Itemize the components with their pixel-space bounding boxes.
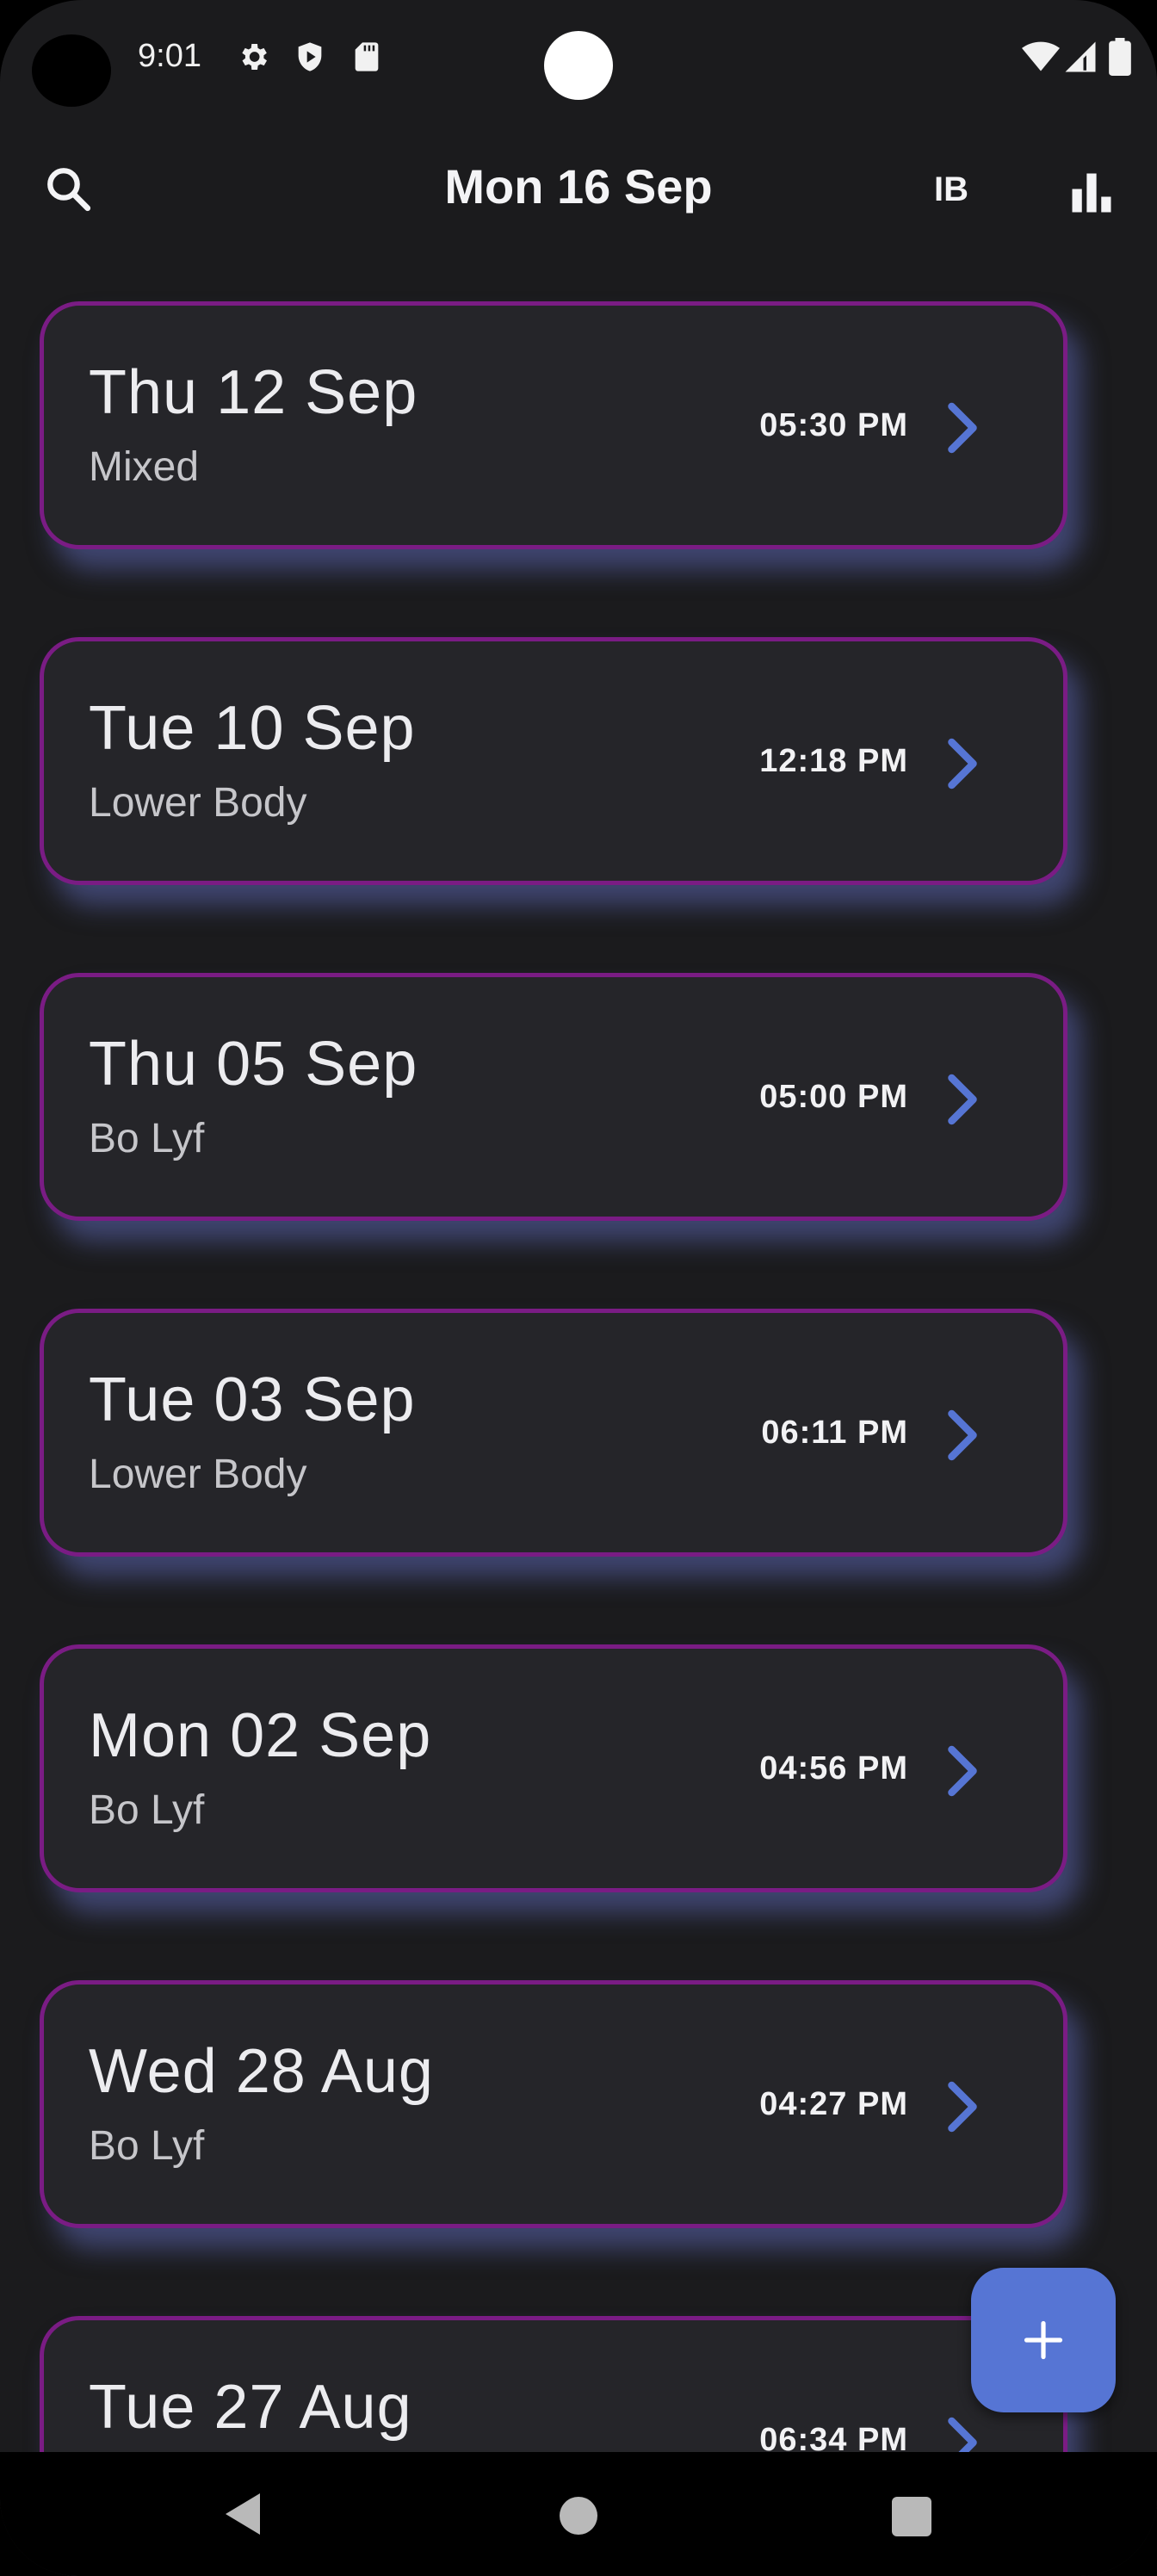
session-date: Thu 12 Sep <box>89 358 418 427</box>
status-bar: 9:01 <box>0 0 1157 121</box>
session-time: 12:18 PM <box>759 743 908 779</box>
session-label: Lower Body <box>89 1452 307 1497</box>
session-label: Bo Lyf <box>89 1116 205 1161</box>
session-label: Bo Lyf <box>89 1787 205 1833</box>
session-date: Thu 05 Sep <box>89 1030 418 1099</box>
settings-icon <box>242 44 267 70</box>
top-app-bar: Mon 16 Sep IB <box>0 138 1157 241</box>
session-card[interactable]: Thu 12 Sep Mixed 05:30 PM <box>40 301 1067 549</box>
session-card[interactable]: Mon 02 Sep Bo Lyf 04:56 PM <box>40 1644 1067 1892</box>
add-session-button[interactable] <box>971 2268 1116 2412</box>
session-card[interactable]: Tue 03 Sep Lower Body 06:11 PM <box>40 1309 1067 1557</box>
chevron-right-icon <box>948 402 977 454</box>
session-label: Lower Body <box>89 780 307 826</box>
chevron-right-icon <box>948 1745 977 1797</box>
home-icon[interactable] <box>560 2497 597 2535</box>
chevron-right-icon <box>948 1409 977 1461</box>
session-label: Bo Lyf <box>89 2123 205 2169</box>
signal-icon <box>1065 41 1096 72</box>
chevron-right-icon <box>948 2081 977 2133</box>
session-label: Mixed <box>89 444 200 490</box>
back-icon[interactable] <box>222 2490 263 2538</box>
session-time: 06:11 PM <box>761 1415 908 1451</box>
chevron-right-icon <box>948 1074 977 1125</box>
session-time: 04:27 PM <box>759 2086 908 2122</box>
system-navigation-bar <box>0 2452 1157 2576</box>
session-date: Tue 10 Sep <box>89 694 416 763</box>
profile-initials-button[interactable]: IB <box>913 164 990 215</box>
camera-cutout <box>32 34 111 107</box>
recents-icon[interactable] <box>892 2497 931 2536</box>
session-card[interactable]: Tue 10 Sep Lower Body 12:18 PM <box>40 637 1067 885</box>
session-time: 05:00 PM <box>759 1079 908 1115</box>
wifi-icon <box>1022 41 1060 71</box>
session-time: 04:56 PM <box>759 1750 908 1786</box>
plus-icon <box>1024 2320 1063 2360</box>
battery-icon <box>1109 38 1131 76</box>
front-camera <box>544 31 613 100</box>
statistics-button[interactable] <box>1057 158 1126 227</box>
session-card[interactable]: Wed 28 Aug Bo Lyf 04:27 PM <box>40 1980 1067 2228</box>
session-card[interactable]: Thu 05 Sep Bo Lyf 05:00 PM <box>40 973 1067 1221</box>
status-time: 9:01 <box>138 38 201 74</box>
session-date: Tue 27 Aug <box>89 2373 412 2442</box>
bar-chart-icon <box>1072 173 1111 213</box>
app-screen: 9:01 Mon 16 Sep IB Thu 12 Sep Mixed 05:3… <box>0 0 1157 2576</box>
session-date: Mon 02 Sep <box>89 1701 432 1770</box>
session-date: Wed 28 Aug <box>89 2037 434 2106</box>
shield-play-icon <box>298 42 322 71</box>
session-time: 05:30 PM <box>759 407 908 443</box>
chevron-right-icon <box>948 738 977 790</box>
sd-card-icon <box>355 42 379 71</box>
session-date: Tue 03 Sep <box>89 1365 416 1434</box>
